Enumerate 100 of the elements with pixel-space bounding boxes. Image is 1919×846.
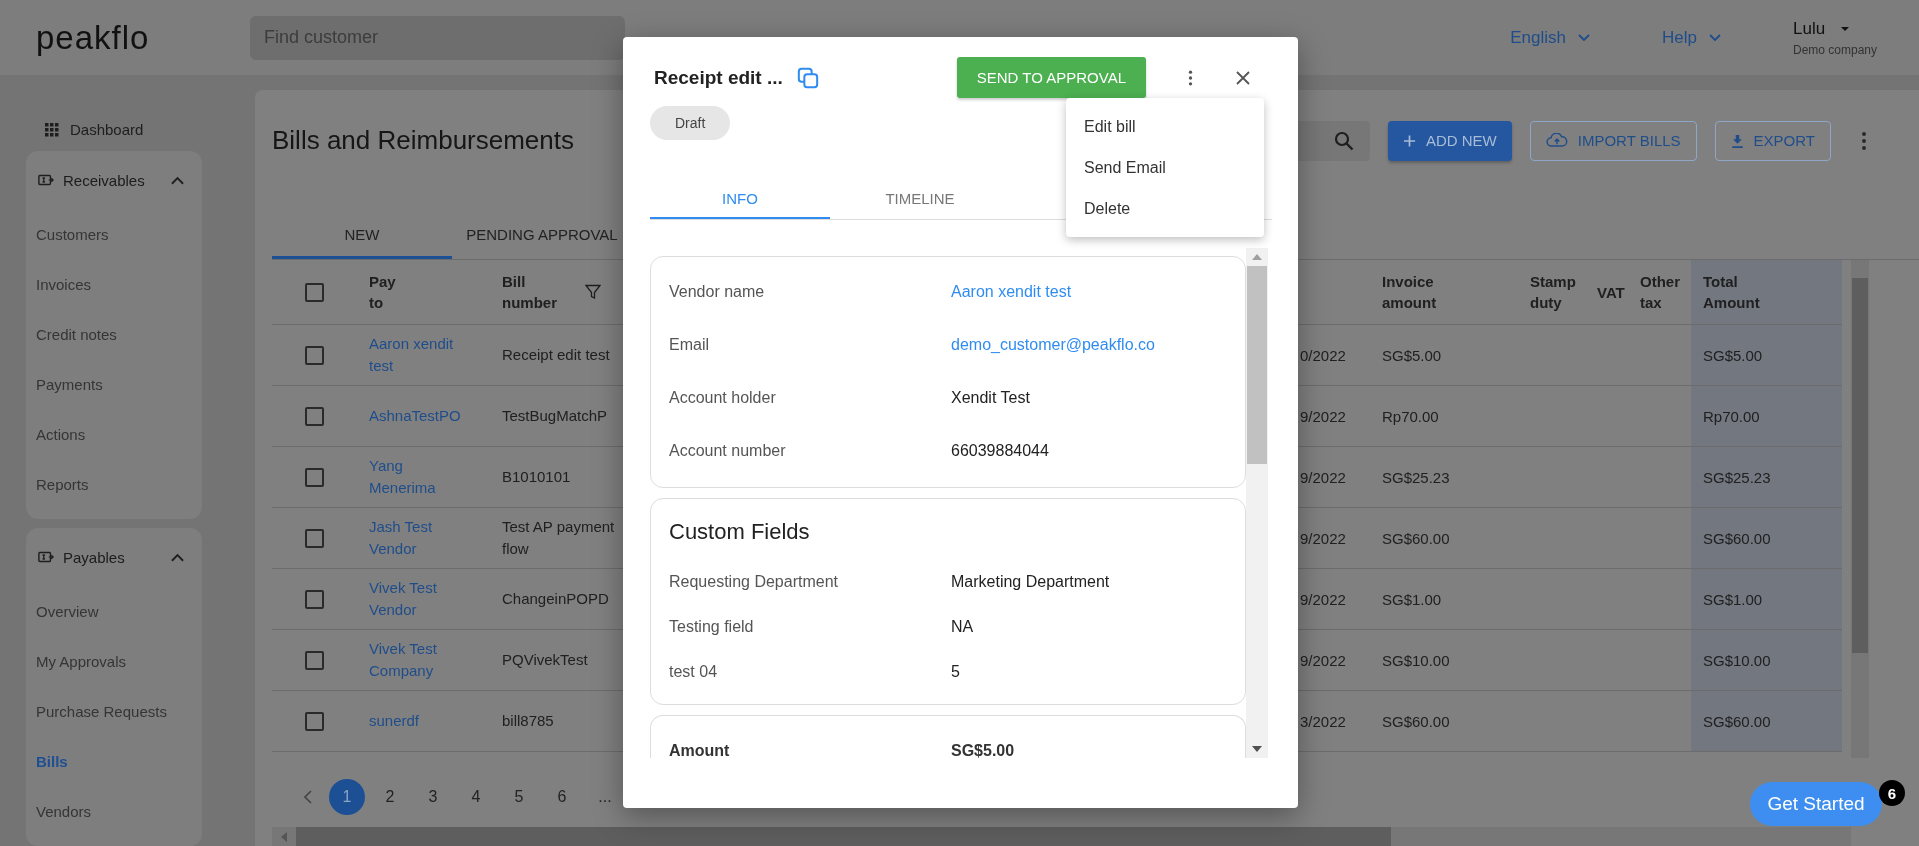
close-icon[interactable] [1235,69,1251,86]
chevron-left-icon[interactable] [304,790,312,805]
table-cell: Rp70.00 [1703,407,1760,425]
arrow-down-icon[interactable] [1252,746,1262,752]
send-to-approval-button[interactable]: SEND TO APPROVAL [956,57,1146,98]
nav-group-toggle[interactable]: Payables [26,528,202,586]
table-cell-text: Receipt edit test [502,345,611,366]
tab[interactable]: TIMELINE [830,180,1010,219]
vendor-link[interactable]: Yang Menerima [369,454,469,500]
toolbar-button[interactable]: ADD NEW [1387,120,1512,161]
tab[interactable]: INFO [650,180,830,219]
page-button[interactable]: 2 [372,779,408,816]
table-cell: SG$60.00 [1703,529,1771,547]
vendor-link[interactable]: Vivek Test Vendor [369,576,469,622]
sidebar-item[interactable]: Customers [26,209,202,259]
dashboard-link[interactable]: Dashboard [26,117,202,142]
sidebar-item[interactable]: Purchase Requests [26,686,202,736]
copy-icon[interactable] [796,66,819,89]
sidebar-item[interactable]: Actions [26,409,202,459]
toolbar-button[interactable]: IMPORT BILLS [1529,120,1697,161]
help-dropdown[interactable]: Help [1662,27,1721,48]
table-cell: SG$10.00 [1382,651,1450,669]
sidebar-item[interactable]: Bills [26,736,202,786]
money-icon [38,173,54,187]
company-name: Demo company [1793,42,1879,57]
field-link[interactable]: demo_customer@peakflo.co [951,335,1155,354]
vendor-link[interactable]: sunerdf [369,710,469,733]
field-value: SG$5.00 [951,741,1015,758]
column-header: Stamp duty [1530,271,1576,314]
toolbar-button[interactable]: EXPORT [1714,120,1831,161]
vertical-scrollbar[interactable] [1246,248,1268,758]
menu-item[interactable]: Delete [1066,188,1264,229]
more-options-icon[interactable] [1861,130,1867,151]
table-cell: SG$5.00 [1703,346,1763,364]
vendor-link[interactable]: Jash Test Vendor [369,515,469,561]
table-cell-text: B1010101 [502,467,572,488]
page-title: Bills and Reimbursements [272,125,574,157]
arrow-up-icon[interactable] [1252,254,1262,260]
nav-group-toggle[interactable]: Receivables [26,151,202,209]
field-value: 66039884044 [951,441,1049,460]
menu-item[interactable]: Edit bill [1066,106,1264,147]
horizontal-scrollbar[interactable] [272,827,1851,846]
field-value: NA [951,617,974,636]
table-cell-text: ChangeinPOPD [502,589,610,610]
page-button[interactable]: 5 [501,779,537,816]
filter-icon[interactable] [585,284,601,301]
logo: peakflo [36,18,151,57]
field-label: Requesting Department [669,572,839,591]
vendor-link[interactable]: Vivek Test Company [369,637,469,683]
money-icon [38,550,54,564]
menu-item[interactable]: Send Email [1066,147,1264,188]
column-header: Total Amount [1703,271,1760,314]
language-dropdown[interactable]: English [1510,27,1591,48]
sidebar-item[interactable]: Payments [26,359,202,409]
sidebar-item[interactable]: My Approvals [26,636,202,686]
table-cell-text: Test AP payment flow [502,516,616,560]
table-cell: 9/2022 [1300,468,1346,486]
table-cell: 3/2022 [1300,712,1346,730]
column-header: Other tax [1640,271,1680,314]
field-label: test 04 [669,662,719,681]
page-button[interactable]: 4 [458,779,494,816]
column-header: VAT [1597,282,1625,303]
sidebar-item[interactable]: Invoices [26,259,202,309]
table-cell: SG$5.00 [1382,346,1442,364]
vendor-link[interactable]: Aaron xendit test [369,332,469,378]
checkbox[interactable] [305,467,324,487]
vendor-link[interactable]: AshnaTestPO [369,405,469,428]
column-header: Invoice amount [1382,271,1437,314]
table-cell-text: bill8785 [502,711,555,732]
more-options-icon[interactable] [1188,68,1193,87]
table-cell: SG$60.00 [1703,712,1771,730]
tab[interactable]: NEW [272,212,452,260]
sidebar-item[interactable]: Credit notes [26,309,202,359]
page-button[interactable]: 6 [544,779,580,816]
page-button[interactable]: 3 [415,779,451,816]
user-menu[interactable]: Lulu [1793,18,1897,39]
get-started-button[interactable]: Get Started [1750,782,1882,826]
page-button[interactable]: 1 [329,779,365,816]
table-cell: SG$60.00 [1382,712,1450,730]
table-cell: Rp70.00 [1382,407,1439,425]
field-value: Marketing Department [951,572,1110,591]
field-link[interactable]: Aaron xendit test [951,282,1072,301]
cloud-upload-icon [1545,133,1568,149]
tab[interactable]: PENDING APPROVAL [452,212,632,260]
checkbox[interactable] [305,650,324,670]
checkbox[interactable] [305,406,324,426]
table-cell: SG$10.00 [1703,651,1771,669]
field-value: Xendit Test [951,388,1030,407]
field-label: Testing field [669,617,755,636]
checkbox[interactable] [305,528,324,548]
status-chip: Draft [650,106,731,140]
sidebar-item[interactable]: Overview [26,586,202,636]
sidebar-item[interactable]: Reports [26,459,202,509]
field-value: 5 [951,662,960,681]
sidebar-item[interactable]: Vendors [26,786,202,836]
checkbox[interactable] [305,589,324,609]
vertical-scrollbar[interactable] [1851,260,1869,759]
checkbox[interactable] [305,282,324,302]
checkbox[interactable] [305,345,324,365]
checkbox[interactable] [305,711,324,731]
